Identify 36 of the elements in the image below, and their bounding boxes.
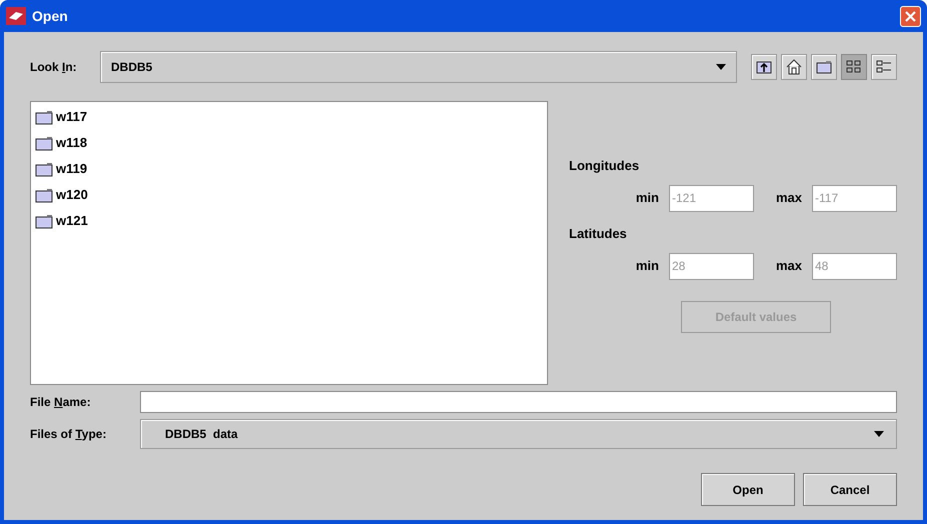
section-heading: Latitudes (569, 225, 628, 244)
home-icon (785, 58, 803, 76)
look-in-dropdown[interactable]: DBDB5 (100, 51, 737, 83)
folder-name[interactable]: w118 (56, 133, 88, 153)
dropdown-arrow-icon (874, 431, 884, 437)
folder-icon (35, 214, 53, 228)
toolbar-button[interactable] (751, 54, 777, 80)
folder-name[interactable]: w119 (56, 159, 88, 179)
file-type-dropdown[interactable]: DBDB5 data (140, 419, 897, 449)
folder-name[interactable]: w117 (56, 107, 88, 127)
toolbar-button[interactable] (811, 54, 837, 80)
dialog-button[interactable]: Cancel (803, 473, 897, 506)
file-name-field[interactable] (140, 390, 897, 412)
max-label: max (776, 257, 802, 276)
close-button[interactable] (900, 6, 921, 26)
dropdown-arrow-icon (716, 64, 726, 70)
folder-name[interactable]: w120 (56, 185, 88, 205)
dialog-button[interactable]: Open (701, 473, 795, 506)
folder-icon (35, 162, 53, 176)
min-label: min (636, 257, 659, 276)
min-label: min (636, 189, 659, 208)
folder-name[interactable]: w121 (56, 211, 88, 231)
folder-icon (35, 136, 53, 150)
toolbar-button[interactable] (871, 54, 897, 80)
toolbar-button[interactable] (781, 54, 807, 80)
folder-icon (815, 58, 833, 76)
section-heading: Longitudes (569, 157, 640, 176)
app-icon (6, 7, 26, 25)
window-title: Open (32, 6, 68, 26)
max-label: max (776, 189, 802, 208)
close-icon (905, 10, 916, 22)
file-type-label: Files of Type: (30, 426, 108, 443)
folder-icon (35, 110, 53, 124)
look-in-label: Look In: (30, 59, 78, 76)
folder-icon (35, 188, 53, 202)
file-name-label: File Name: (30, 394, 92, 410)
